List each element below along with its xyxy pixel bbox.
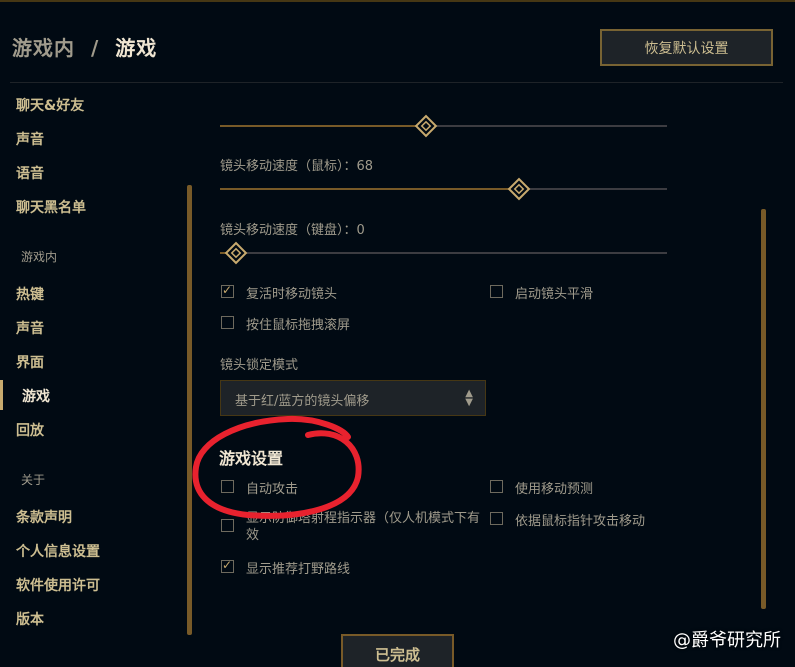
move-prediction-checkbox[interactable] [490,480,503,493]
sidebar: 聊天&好友 声音 语音 聊天黑名单 游戏内 热键 声音 界面 游戏 回放 关于 … [0,82,185,642]
sidebar-item-voice[interactable]: 语音 [16,163,44,183]
lock-mode-label: 镜头锁定模式 [220,358,299,373]
sidebar-scrollbar[interactable] [187,185,192,635]
keyboard-speed-slider[interactable] [220,241,667,265]
slider-thumb-icon[interactable] [224,241,248,265]
move-prediction-label: 使用移动预测 [515,482,594,497]
done-button[interactable]: 已完成 [341,634,454,667]
updown-arrow-icon: ▲ ▼ [465,388,473,408]
settings-window: 游戏内 / 游戏 恢复默认设置 聊天&好友 声音 语音 聊天黑名单 游戏内 热键… [0,0,795,667]
smooth-camera-label: 启动镜头平滑 [515,287,594,302]
slider-fill [220,125,426,127]
keyboard-speed-label: 镜头移动速度（键盘）：0 [220,223,365,238]
slider-fill [220,188,520,190]
watermark: @爵爷研究所 [673,630,781,651]
breadcrumb-parent: 游戏内 [12,36,75,60]
sidebar-item-version[interactable]: 版本 [16,609,44,629]
drag-scroll-checkbox[interactable] [221,316,234,329]
breadcrumb-current: 游戏 [115,36,158,60]
range-indicator-label: 显示防御塔射程指示器（仅人机模式下有效 [246,511,481,543]
sidebar-item-ingame-sound[interactable]: 声音 [16,318,44,338]
jungle-path-label: 显示推荐打野路线 [246,562,351,577]
camera-top-slider[interactable] [220,114,667,138]
sidebar-item-replay[interactable]: 回放 [16,420,44,440]
sidebar-item-interface[interactable]: 界面 [16,352,44,372]
sidebar-active-indicator [0,380,3,410]
content-scrollbar[interactable] [761,209,766,609]
jungle-path-checkbox[interactable] [221,558,234,573]
lock-mode-select[interactable]: 基于红/蓝方的镜头偏移 ▲ ▼ [220,380,486,416]
sidebar-section-about: 关于 [21,473,46,487]
auto-attack-checkbox[interactable] [221,480,234,493]
lock-mode-value: 基于红/蓝方的镜头偏移 [235,394,370,409]
mouse-speed-label: 镜头移动速度（鼠标）：68 [220,159,374,174]
range-indicator-checkbox[interactable] [221,519,234,532]
auto-attack-label: 自动攻击 [246,482,299,497]
respawn-move-checkbox[interactable] [221,283,234,298]
sidebar-item-terms[interactable]: 条款声明 [16,507,72,527]
reset-defaults-button[interactable]: 恢复默认设置 [600,29,773,66]
slider-thumb-icon[interactable] [507,177,531,201]
sidebar-item-game[interactable]: 游戏 [22,386,50,406]
sidebar-section-ingame: 游戏内 [21,250,58,264]
respawn-move-label: 复活时移动镜头 [246,287,338,302]
slider-thumb-icon[interactable] [414,114,438,138]
smooth-camera-checkbox[interactable] [490,285,503,298]
sidebar-item-sound[interactable]: 声音 [16,129,44,149]
cursor-attack-move-label: 依据鼠标指针攻击移动 [515,514,646,529]
sidebar-item-chat-friends[interactable]: 聊天&好友 [16,95,84,115]
sidebar-item-license[interactable]: 软件使用许可 [16,575,100,595]
sidebar-item-blocklist[interactable]: 聊天黑名单 [16,197,86,217]
cursor-attack-move-checkbox[interactable] [490,512,503,525]
sidebar-item-privacy[interactable]: 个人信息设置 [16,541,100,561]
page-title: 游戏内 / 游戏 [12,32,157,61]
drag-scroll-label: 按住鼠标拖拽滚屏 [246,318,351,333]
sidebar-item-hotkeys[interactable]: 热键 [16,284,44,304]
breadcrumb-separator: / [90,36,100,60]
game-settings-title: 游戏设置 [219,449,284,468]
mouse-speed-slider[interactable] [220,177,667,201]
